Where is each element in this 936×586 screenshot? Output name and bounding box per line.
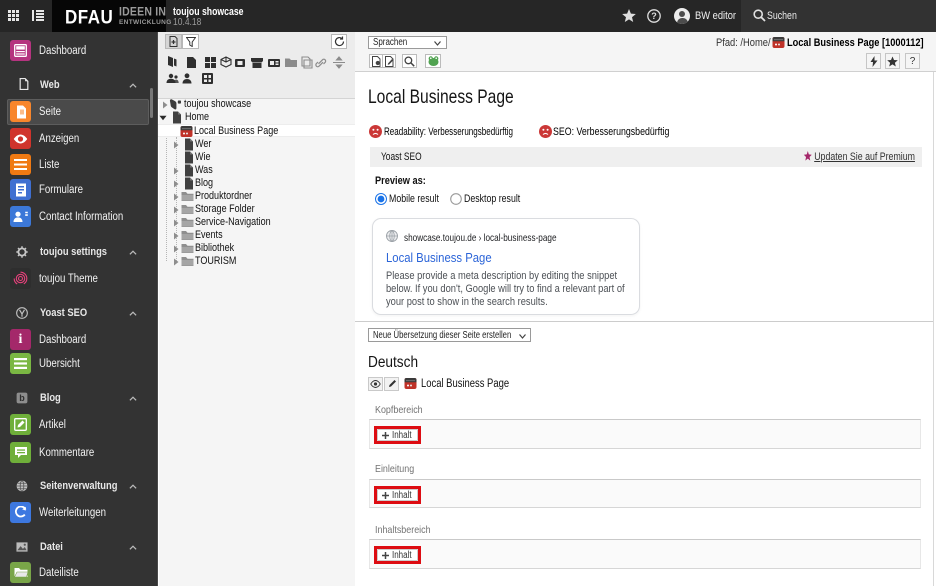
svg-text:?: ?	[651, 11, 657, 21]
svg-text:b: b	[19, 393, 25, 403]
